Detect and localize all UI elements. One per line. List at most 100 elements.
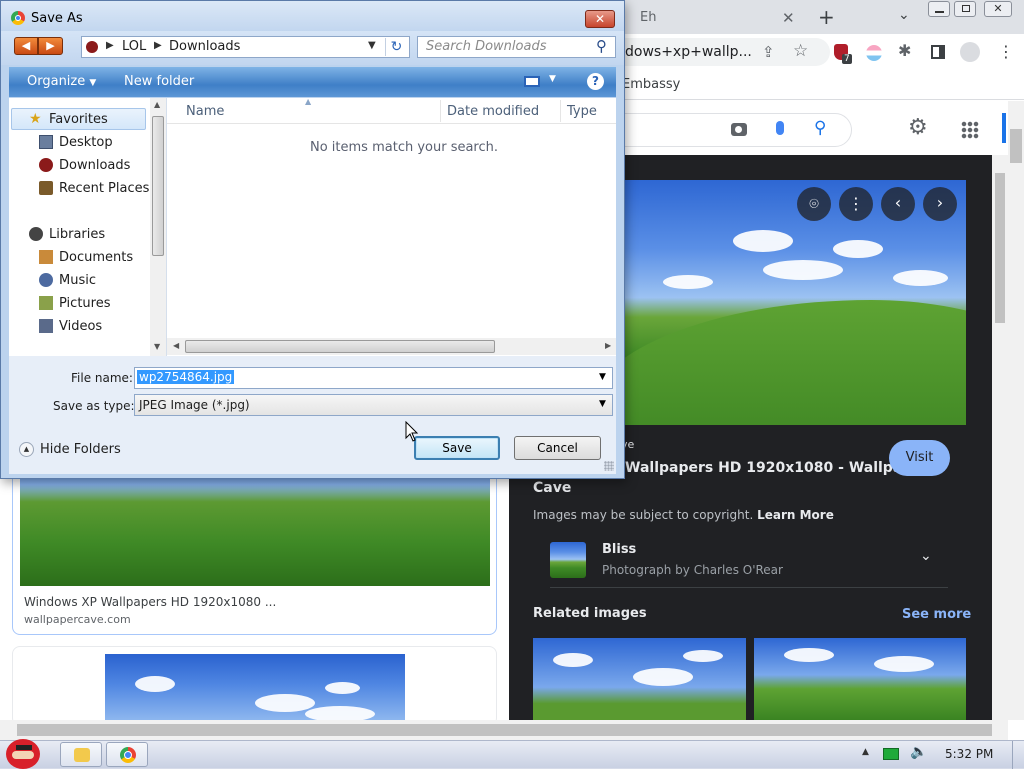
page-vertical-scrollbar-thumb[interactable]: [1010, 129, 1022, 163]
visit-button[interactable]: Visit: [889, 440, 950, 476]
expand-chevron-icon[interactable]: ⌄: [920, 548, 932, 564]
settings-gear-icon[interactable]: ⚙: [908, 115, 928, 140]
back-button[interactable]: ◀: [14, 37, 38, 55]
breadcrumb-lol[interactable]: LOL: [122, 39, 146, 54]
column-type[interactable]: Type: [567, 104, 597, 119]
restore-button[interactable]: [954, 1, 976, 17]
address-bar[interactable]: ▶ LOL ▶ Downloads ▼ ↻: [81, 36, 410, 58]
chrome-menu-icon[interactable]: ⋮: [998, 42, 1014, 61]
breadcrumb-downloads[interactable]: Downloads: [169, 39, 240, 54]
new-tab-icon[interactable]: +: [818, 5, 835, 29]
filename-input[interactable]: wp2754864.jpg ▼: [134, 367, 613, 389]
column-date-modified[interactable]: Date modified: [447, 104, 539, 119]
column-name[interactable]: Name: [186, 104, 224, 119]
nav-videos[interactable]: Videos: [39, 316, 102, 336]
breadcrumb-arrow-icon[interactable]: ▶: [106, 40, 114, 51]
nav-videos-label: Videos: [59, 318, 103, 334]
bookmark-star-icon[interactable]: ☆: [793, 41, 808, 61]
breadcrumb-arrow-icon[interactable]: ▶: [154, 40, 162, 51]
panel-title-line1[interactable]: Wallpapers HD 1920x1080 - Wallpaper: [625, 460, 929, 476]
nav-documents[interactable]: Documents: [39, 247, 133, 267]
save-type-dropdown-icon[interactable]: ▼: [599, 399, 606, 409]
nav-pane-scrollbar-thumb[interactable]: [152, 116, 164, 256]
bookmark-embassy[interactable]: Embassy: [622, 77, 680, 92]
apps-grid-icon[interactable]: [961, 121, 979, 139]
search-icon[interactable]: ⚲: [596, 37, 607, 55]
panel-title-line2[interactable]: Cave: [533, 480, 571, 496]
tab-close-icon[interactable]: ✕: [782, 9, 795, 27]
result-title[interactable]: Windows XP Wallpapers HD 1920x1080 ...: [24, 595, 276, 609]
view-options-icon[interactable]: [524, 76, 540, 87]
nav-recent-places[interactable]: Recent Places: [39, 178, 149, 198]
result-thumbnail-2[interactable]: [105, 654, 405, 722]
extension-badge: 7: [842, 54, 852, 64]
organize-menu[interactable]: Organize ▼: [27, 74, 96, 89]
file-pane-scrollbar-thumb[interactable]: [185, 340, 495, 353]
help-icon[interactable]: ?: [587, 73, 604, 90]
scroll-down-arrow-icon[interactable]: ▼: [154, 342, 160, 351]
scroll-up-arrow-icon[interactable]: ▲: [154, 100, 160, 109]
dialog-close-button[interactable]: ✕: [585, 10, 615, 28]
tab-search-chevron-icon[interactable]: ⌄: [898, 7, 910, 23]
nav-pane-scrollbar[interactable]: ▲ ▼: [150, 98, 166, 356]
scroll-left-arrow-icon[interactable]: ◀: [173, 341, 179, 350]
share-icon[interactable]: ⇪: [762, 43, 775, 61]
related-image-1[interactable]: [533, 638, 746, 720]
extensions-puzzle-icon[interactable]: ✱: [898, 41, 911, 60]
dialog-titlebar[interactable]: Save As ✕: [1, 1, 624, 35]
forward-button[interactable]: ▶: [38, 37, 63, 55]
nav-libraries[interactable]: Libraries: [29, 224, 105, 244]
result-card-2[interactable]: [12, 646, 497, 726]
lens-button[interactable]: ⌾: [797, 187, 831, 221]
next-image-button[interactable]: ›: [923, 187, 957, 221]
nav-downloads[interactable]: Downloads: [39, 155, 130, 175]
more-options-button[interactable]: ⋮: [839, 187, 873, 221]
learn-more-link[interactable]: Learn More: [757, 508, 834, 522]
entity-row[interactable]: Bliss Photograph by Charles O'Rear ⌄: [550, 540, 948, 588]
side-panel-icon[interactable]: [931, 45, 945, 59]
voice-search-icon[interactable]: [776, 121, 784, 135]
previous-image-button[interactable]: ‹: [881, 187, 915, 221]
camera-search-icon[interactable]: [731, 123, 747, 136]
pictures-icon: [39, 296, 53, 310]
refresh-icon[interactable]: ↻: [385, 38, 407, 56]
translate-extension-icon[interactable]: [866, 45, 882, 61]
view-dropdown-icon[interactable]: ▼: [549, 74, 556, 84]
hide-folders-toggle[interactable]: ▲ Hide Folders: [19, 442, 121, 457]
new-folder-button[interactable]: New folder: [124, 74, 194, 89]
preview-image[interactable]: [623, 180, 966, 425]
volume-icon[interactable]: 🔈: [910, 744, 927, 760]
scroll-right-arrow-icon[interactable]: ▶: [605, 341, 611, 350]
close-window-button[interactable]: ✕: [984, 1, 1012, 17]
nav-favorites[interactable]: ★ Favorites: [29, 109, 108, 129]
nav-music-label: Music: [59, 272, 96, 288]
filename-dropdown-icon[interactable]: ▼: [599, 372, 606, 382]
search-icon[interactable]: ⚲: [814, 118, 826, 138]
page-horizontal-scrollbar-thumb[interactable]: [17, 724, 992, 736]
tray-expand-icon[interactable]: ▲: [862, 747, 869, 757]
page-horizontal-scrollbar[interactable]: [0, 720, 1008, 740]
folder-search-field[interactable]: Search Downloads ⚲: [417, 36, 616, 58]
see-more-link[interactable]: See more: [902, 607, 971, 622]
start-button-bird-icon[interactable]: [2, 733, 46, 769]
taskbar-chrome-app[interactable]: [106, 742, 148, 767]
taskbar-explorer-app[interactable]: [60, 742, 102, 767]
save-button[interactable]: Save: [414, 436, 500, 460]
save-type-select[interactable]: JPEG Image (*.jpg) ▼: [134, 394, 613, 416]
panel-scrollbar[interactable]: [992, 155, 1008, 720]
address-dropdown-icon[interactable]: ▼: [368, 40, 376, 51]
nav-pictures[interactable]: Pictures: [39, 293, 110, 313]
nav-music[interactable]: Music: [39, 270, 96, 290]
show-desktop-button[interactable]: [1012, 741, 1024, 769]
battery-icon[interactable]: [883, 748, 899, 760]
cancel-button[interactable]: Cancel: [514, 436, 601, 460]
related-image-2[interactable]: [754, 638, 966, 720]
file-pane-scrollbar[interactable]: ◀ ▶: [167, 338, 616, 355]
page-vertical-scrollbar[interactable]: [1008, 101, 1024, 720]
profile-avatar-icon[interactable]: [960, 42, 980, 62]
clock[interactable]: 5:32 PM: [945, 747, 993, 761]
resize-grip-icon[interactable]: [604, 461, 614, 471]
entity-subtitle: Photograph by Charles O'Rear: [602, 563, 783, 577]
minimize-button[interactable]: [928, 1, 950, 17]
nav-desktop[interactable]: Desktop: [39, 132, 113, 152]
